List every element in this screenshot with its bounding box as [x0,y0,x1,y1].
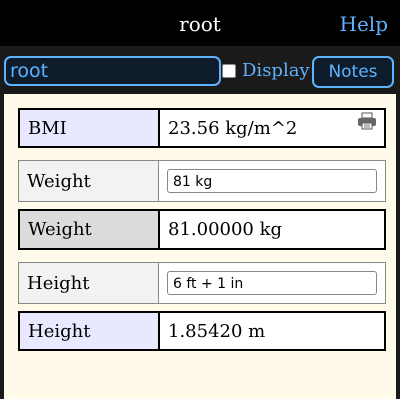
weight-input-row: Weight 81 kg [18,160,386,202]
height-result-row: Height 1.85420 m [18,311,386,351]
height-result-value: 1.85420 m [160,313,384,349]
notes-button[interactable]: Notes [312,56,394,88]
search-input[interactable]: root [4,56,221,86]
height-input-field[interactable]: 6 ft + 1 in [167,271,377,295]
weight-input-field[interactable]: 81 kg [167,169,377,193]
help-link[interactable]: Help [340,12,388,36]
toolbar: root Display Notes [0,46,400,94]
display-label: Display [242,60,310,81]
display-toggle[interactable]: Display [222,60,310,81]
weight-result-value: 81.00000 kg [160,211,384,248]
height-result-label: Height [20,313,160,349]
height-input-label: Height [19,263,159,303]
calculator-panel: BMI 23.56 kg/m^2 Weight 81 kg Weight 81.… [4,94,396,399]
top-bar: root Help [0,0,400,46]
bmi-label: BMI [20,110,160,146]
printer-icon[interactable] [357,112,377,130]
display-checkbox[interactable] [222,63,236,78]
weight-result-label: Weight [20,211,160,248]
weight-result-row: Weight 81.00000 kg [18,209,386,250]
weight-input-label: Weight [19,161,159,201]
height-input-cell: 6 ft + 1 in [159,263,385,303]
height-input-row: Height 6 ft + 1 in [18,262,386,304]
bmi-value: 23.56 kg/m^2 [160,110,384,146]
bmi-result-row: BMI 23.56 kg/m^2 [18,108,386,148]
weight-input-cell: 81 kg [159,161,385,201]
